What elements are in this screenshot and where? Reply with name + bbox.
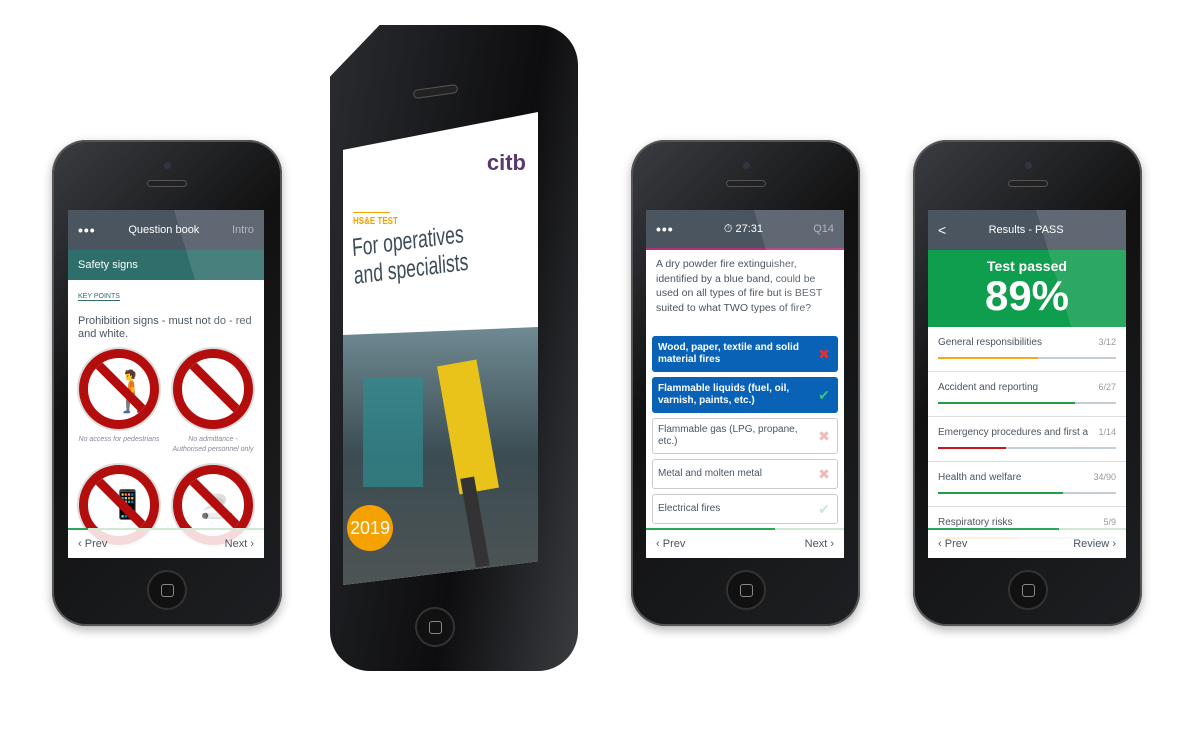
question-book-screen: ••• Question book Intro Safety signs KEY…: [68, 210, 264, 558]
menu-button[interactable]: •••: [78, 222, 96, 238]
bottom-nav: ‹ Prev Next ›: [646, 528, 844, 558]
check-icon: ✔: [818, 387, 830, 403]
category-result[interactable]: Accident and reporting 6/27: [928, 372, 1126, 417]
speaker: [725, 180, 766, 187]
pedestrian-icon: 🚶: [108, 370, 158, 414]
key-points-link[interactable]: KEY POINTS: [78, 293, 120, 301]
progress-bar: [68, 528, 88, 530]
timer-icon: ⏱: [723, 222, 733, 235]
back-button[interactable]: <: [938, 222, 946, 238]
cross-icon: ✖: [818, 466, 830, 482]
category-progress: [938, 447, 1116, 449]
speaker: [147, 180, 187, 187]
year-badge: 2019: [347, 505, 393, 551]
category-progress: [938, 357, 1116, 359]
home-button[interactable]: [147, 570, 187, 610]
category-result[interactable]: Emergency procedures and first aid 1/14: [928, 417, 1126, 462]
cover-screen: citb HS&E TEST For operatives and specia…: [343, 112, 538, 585]
speaker: [412, 83, 459, 100]
answer-option[interactable]: Flammable gas (LPG, propane, etc.) ✖: [652, 418, 838, 454]
home-button[interactable]: [725, 570, 766, 610]
category-progress: [938, 492, 1116, 494]
category-name: Emergency procedures and first aid: [938, 427, 1088, 438]
category-name: Health and welfare: [938, 472, 1022, 483]
answer-option[interactable]: Flammable liquids (fuel, oil, varnish, p…: [652, 377, 838, 413]
category-name: General responsibilities: [938, 337, 1042, 348]
answer-text: Flammable gas (LPG, propane, etc.): [658, 424, 798, 447]
answer-option[interactable]: Wood, paper, textile and solid material …: [652, 336, 838, 372]
answer-text: Metal and molten metal: [658, 468, 762, 479]
category-result[interactable]: Health and welfare 34/90: [928, 462, 1126, 507]
next-button[interactable]: Next ›: [805, 538, 834, 550]
camera: [164, 162, 171, 169]
category-name: Respiratory risks: [938, 517, 1013, 528]
home-button[interactable]: [415, 607, 455, 647]
cross-icon: ✖: [818, 346, 830, 362]
sign-no-admittance: No admittance - Authorised personnel onl…: [172, 349, 254, 455]
phone-question-book: ••• Question book Intro Safety signs KEY…: [52, 140, 282, 626]
test-label: HS&E TEST: [353, 216, 398, 227]
home-button[interactable]: [1007, 570, 1048, 610]
category-score: 5/9: [1103, 517, 1116, 527]
phone-results: < Results - PASS Test passed 89% General…: [913, 140, 1142, 626]
question-screen: ••• ⏱ 27:31 Q14 A dry powder fire exting…: [646, 210, 844, 558]
top-bar: ••• Question book Intro: [68, 210, 264, 330]
answer-text: Wood, paper, textile and solid material …: [658, 342, 799, 365]
phone-question: ••• ⏱ 27:31 Q14 A dry powder fire exting…: [631, 140, 860, 626]
bottom-nav: ‹ Prev Review ›: [928, 528, 1126, 558]
citb-logo: citb: [486, 150, 526, 175]
cross-icon: ✖: [818, 428, 830, 444]
answer-option[interactable]: Electrical fires ✔: [652, 494, 838, 524]
category-score: 3/12: [1098, 337, 1116, 347]
speaker: [1007, 180, 1048, 187]
top-bar: < Results - PASS: [928, 210, 1126, 330]
next-button[interactable]: Next ›: [225, 538, 254, 550]
results-screen: < Results - PASS Test passed 89% General…: [928, 210, 1126, 558]
category-progress: [938, 402, 1116, 404]
progress-bar: [646, 528, 775, 530]
menu-button[interactable]: •••: [656, 221, 674, 237]
mobile-phone-icon: 📱: [110, 489, 145, 520]
answer-text: Flammable liquids (fuel, oil, varnish, p…: [658, 383, 790, 406]
sign-no-pedestrians: 🚶 No access for pedestrians: [78, 349, 160, 455]
answer-text: Electrical fires: [658, 503, 721, 514]
prev-button[interactable]: ‹ Prev: [78, 538, 107, 550]
prev-button[interactable]: ‹ Prev: [938, 538, 967, 550]
category-score: 1/14: [1098, 427, 1116, 437]
prev-button[interactable]: ‹ Prev: [656, 538, 685, 550]
category-score: 34/90: [1093, 472, 1116, 482]
cigarette-icon: 🚬: [200, 489, 235, 520]
progress-bar: [928, 528, 1059, 530]
phone-cover: citb HS&E TEST For operatives and specia…: [330, 25, 578, 671]
timer: ⏱ 27:31: [723, 222, 764, 235]
top-bar: ••• ⏱ 27:31 Q14: [646, 210, 844, 330]
check-icon: ✔: [818, 501, 830, 517]
bottom-nav: ‹ Prev Next ›: [68, 528, 264, 558]
review-button[interactable]: Review ›: [1073, 538, 1116, 550]
answer-option[interactable]: Metal and molten metal ✖: [652, 459, 838, 489]
category-score: 6/27: [1098, 382, 1116, 392]
category-name: Accident and reporting: [938, 382, 1039, 393]
category-result[interactable]: General responsibilities 3/12: [928, 327, 1126, 372]
cover-title: For operatives and specialists: [351, 220, 470, 290]
